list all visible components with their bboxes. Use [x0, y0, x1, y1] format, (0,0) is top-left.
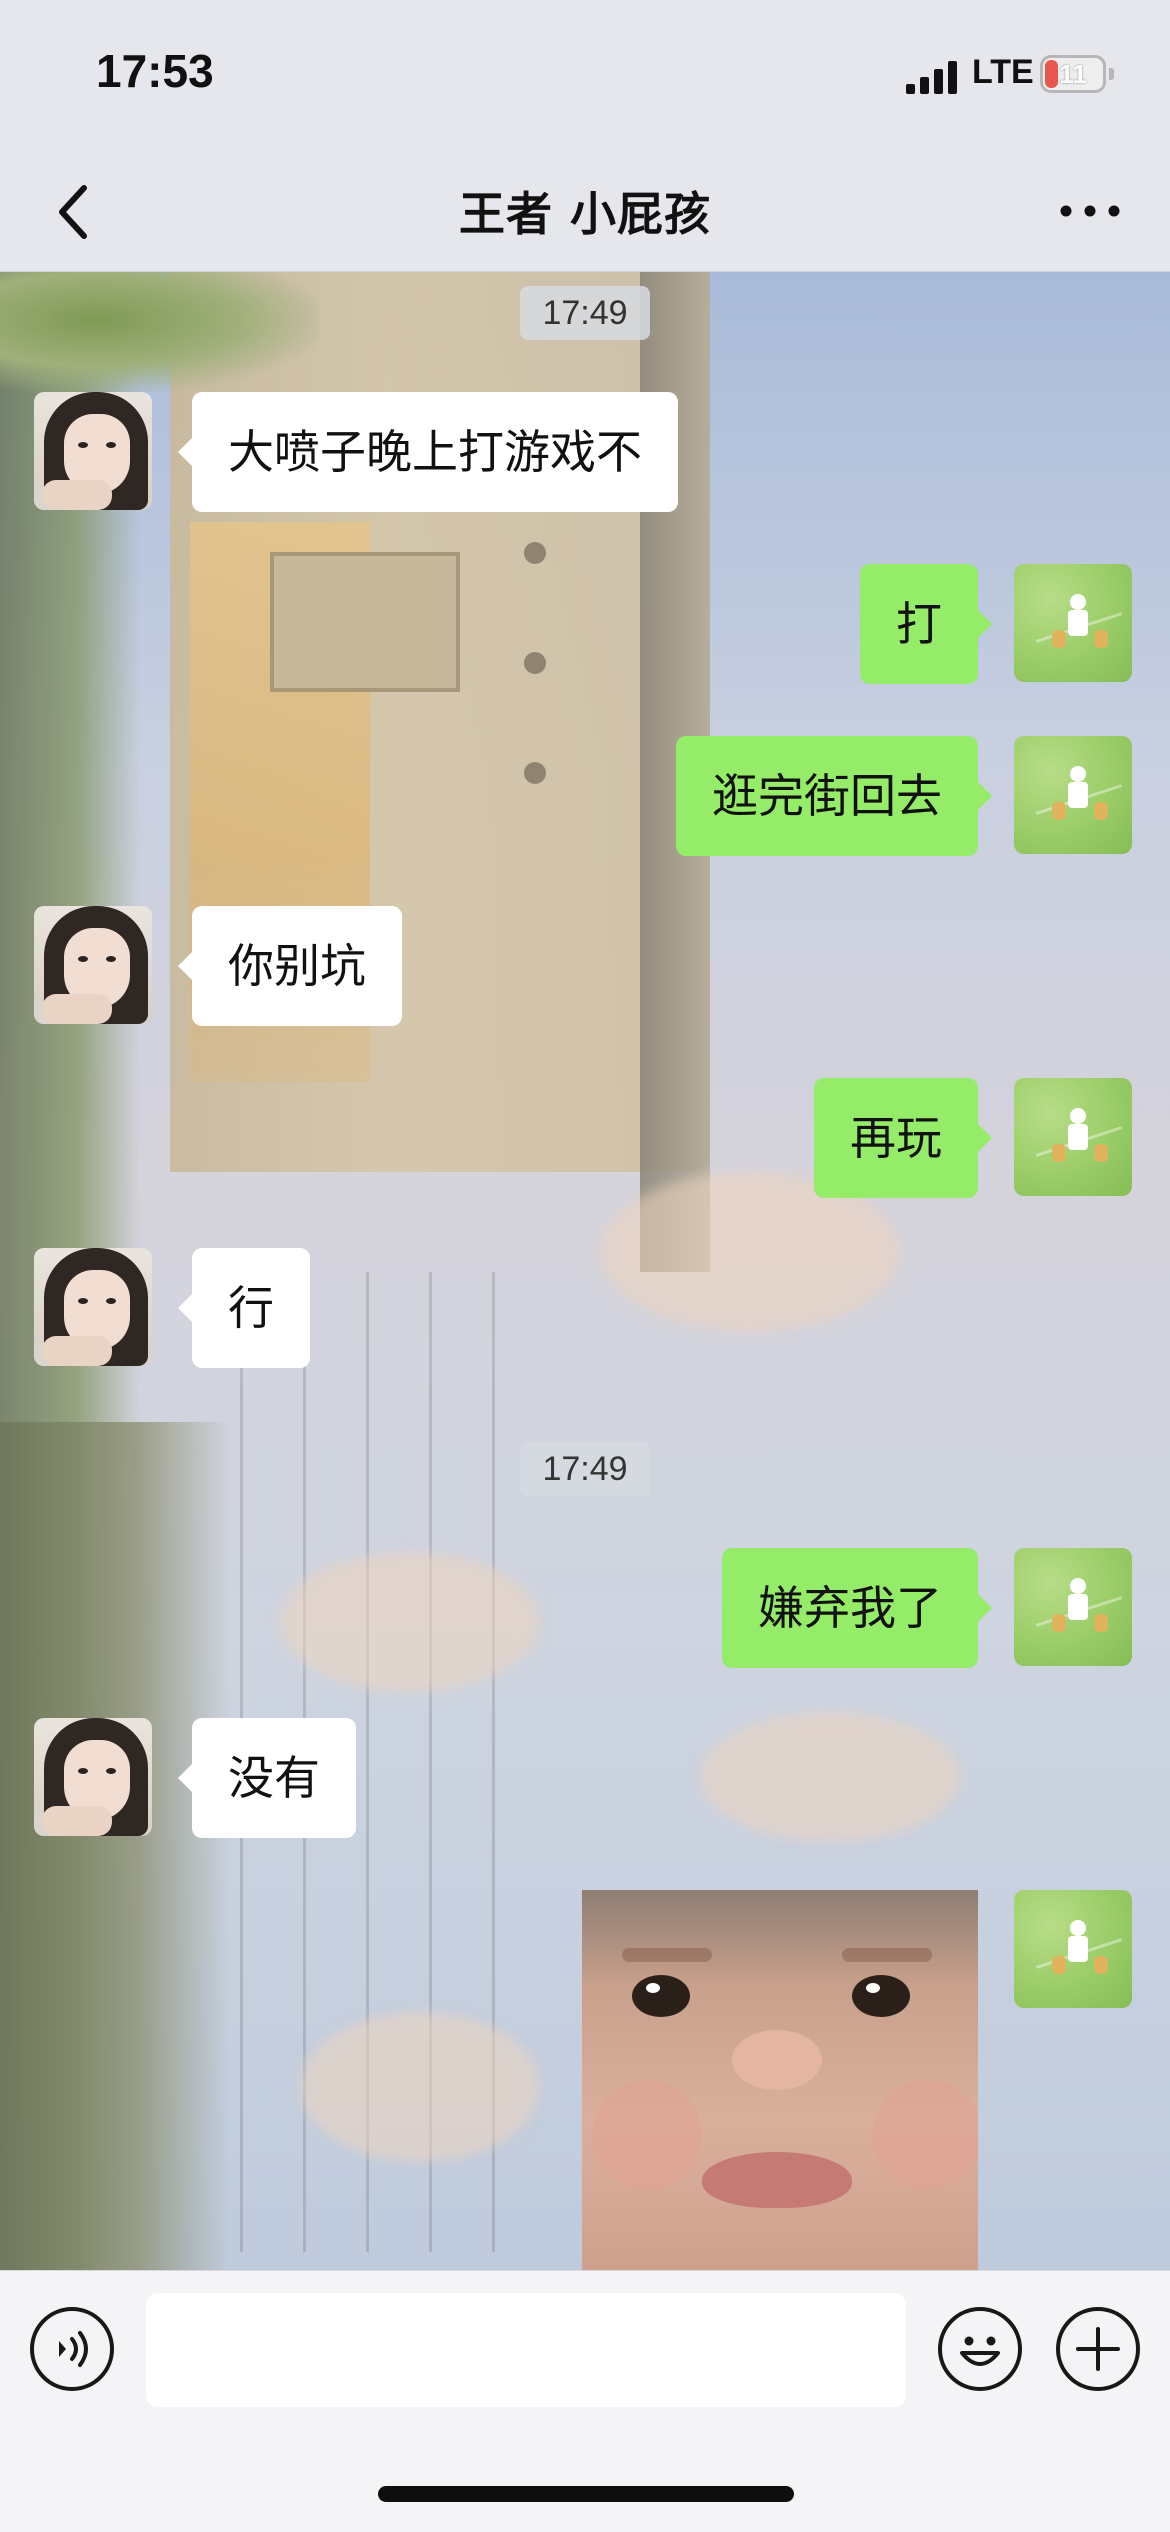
message-input[interactable] [146, 2293, 906, 2407]
emoji-button[interactable] [938, 2307, 1022, 2391]
network-type: LTE [972, 53, 1034, 91]
wallpaper-bolt [524, 762, 546, 784]
wallpaper-bolt [524, 542, 546, 564]
message-bubble-outgoing[interactable]: 嫌弃我了 [722, 1548, 992, 1668]
back-button[interactable] [40, 172, 120, 252]
self-avatar[interactable] [1014, 564, 1132, 682]
self-avatar[interactable] [1014, 1548, 1132, 1666]
chat-area[interactable]: 17:49 大喷子晚上打游戏不 打 逛完街回去 你别坑 再玩 行 17:49 嫌… [0, 272, 1170, 2270]
nav-bar: 王者 小屁孩 [0, 150, 1170, 272]
contact-avatar[interactable] [34, 392, 152, 510]
self-avatar[interactable] [1014, 1078, 1132, 1196]
voice-icon [59, 2331, 88, 2367]
pouting-baby-sticker[interactable] [582, 1890, 978, 2270]
battery-icon: 11 [1040, 55, 1106, 93]
status-bar: 17:53 LTE 11 [0, 0, 1170, 150]
self-avatar[interactable] [1014, 1890, 1132, 2008]
chevron-left-icon [59, 185, 87, 239]
chat-timestamp: 17:49 [520, 286, 650, 340]
message-bubble-incoming[interactable]: 你别坑 [178, 906, 402, 1026]
battery-cap [1109, 68, 1114, 80]
wallpaper-bush [0, 272, 320, 392]
emoji-icon [960, 2336, 1000, 2366]
message-bubble-incoming[interactable]: 行 [178, 1248, 310, 1368]
plus-icon [1076, 2327, 1120, 2371]
more-button[interactable] [1050, 186, 1130, 236]
home-indicator[interactable] [378, 2486, 794, 2502]
message-bubble-outgoing[interactable]: 逛完街回去 [676, 736, 992, 856]
wallpaper-window [270, 552, 460, 692]
wallpaper-bolt [524, 652, 546, 674]
contact-avatar[interactable] [34, 1718, 152, 1836]
message-bubble-outgoing[interactable]: 再玩 [814, 1078, 992, 1198]
chat-title: 王者 小屁孩 [458, 187, 711, 241]
more-dots-icon [1060, 205, 1120, 217]
message-bubble-incoming[interactable]: 没有 [178, 1718, 356, 1838]
wallpaper-cloud [700, 1712, 960, 1842]
message-bubble-incoming[interactable]: 大喷子晚上打游戏不 [178, 392, 678, 512]
cellular-signal-icon [906, 58, 958, 94]
contact-avatar[interactable] [34, 1248, 152, 1366]
status-time: 17:53 [96, 45, 214, 97]
wallpaper-cloud [300, 2012, 540, 2162]
contact-avatar[interactable] [34, 906, 152, 1024]
plus-button[interactable] [1056, 2307, 1140, 2391]
chat-timestamp: 17:49 [520, 1442, 650, 1496]
wallpaper-cloud [280, 1552, 540, 1692]
self-avatar[interactable] [1014, 736, 1132, 854]
battery-percent: 11 [1059, 59, 1087, 89]
voice-button[interactable] [30, 2307, 114, 2391]
message-bubble-outgoing[interactable]: 打 [860, 564, 992, 684]
